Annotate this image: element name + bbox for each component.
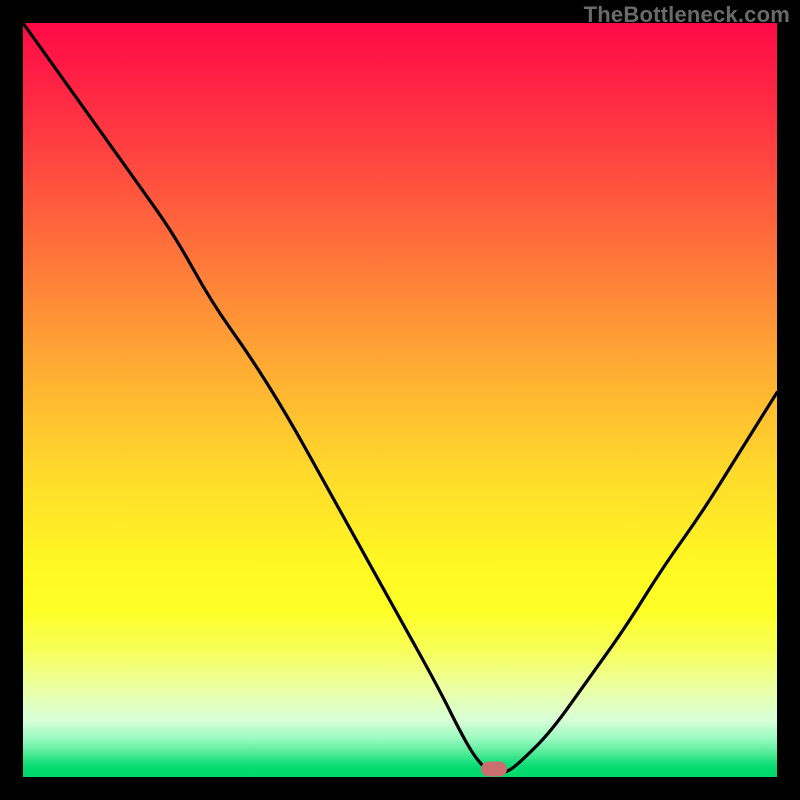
bottleneck-curve: [23, 23, 777, 777]
watermark-text: TheBottleneck.com: [584, 2, 790, 28]
plot-area: [23, 23, 777, 777]
chart-frame: TheBottleneck.com: [0, 0, 800, 800]
optimal-point-marker: [481, 762, 507, 777]
